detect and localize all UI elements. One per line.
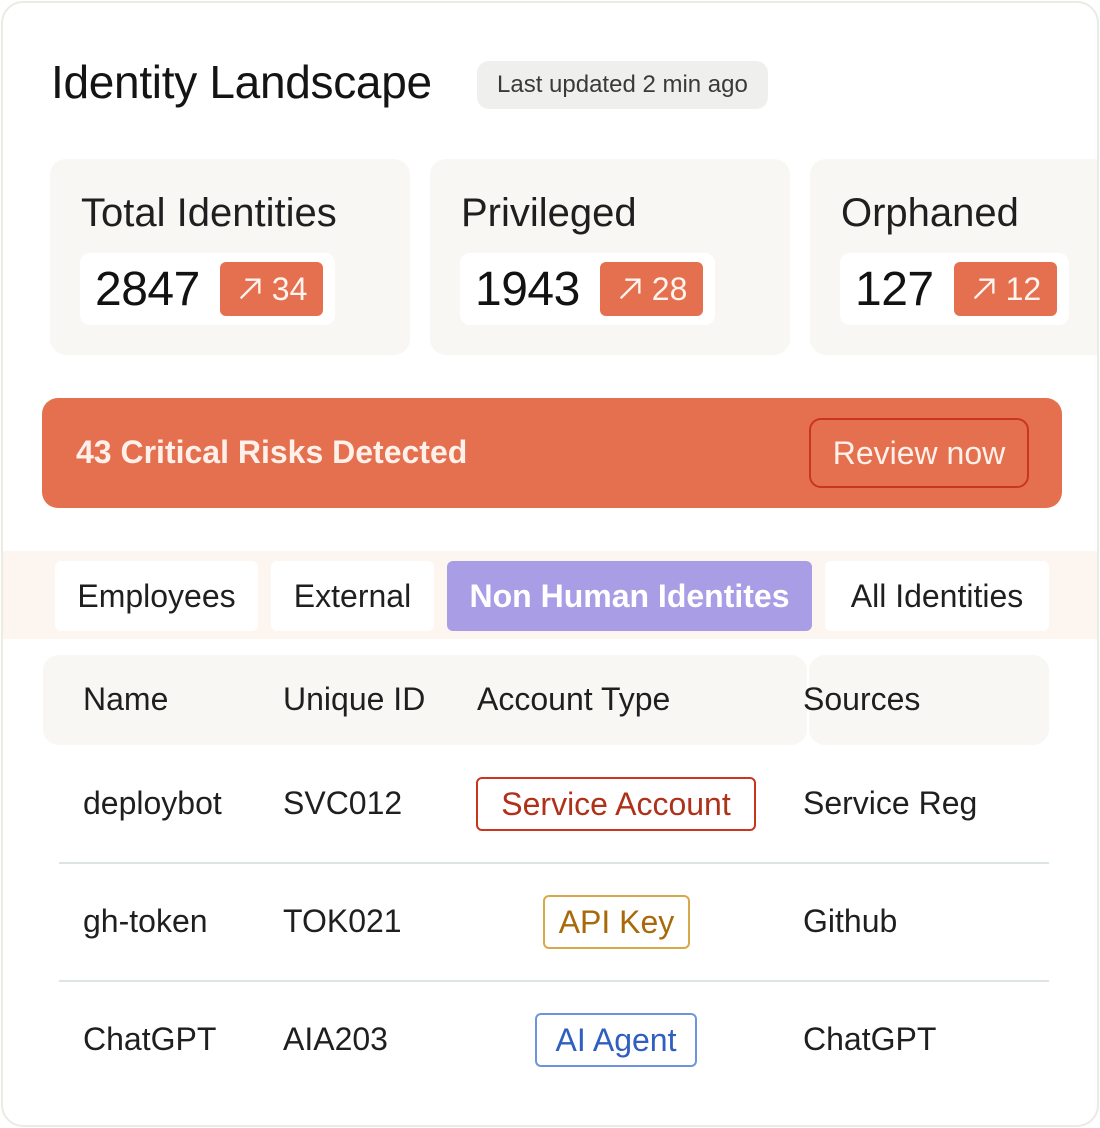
cell-unique-id: TOK021 [283,903,402,939]
account-type-badge: AI Agent [535,1013,697,1067]
delta-value: 28 [651,270,688,307]
critical-risk-banner: 43 Critical Risks Detected Review now [42,398,1062,508]
arrow-up-right-icon [619,278,641,300]
column-header-account-type[interactable]: Account Type [477,681,670,718]
cell-unique-id: AIA203 [283,1021,388,1057]
stat-value-box: 127 12 [840,253,1070,325]
stat-card-total: Total Identities 2847 34 [50,159,410,355]
tab-all-identities[interactable]: All Identities [825,561,1049,631]
row-divider [59,862,1049,864]
stat-label: Orphaned [841,191,1019,235]
arrow-up-right-icon [239,278,261,300]
cell-source: ChatGPT [803,1021,937,1057]
delta-value: 12 [1005,270,1042,307]
cell-source: Service Reg [803,785,978,821]
delta-badge: 12 [953,262,1058,316]
tab-employees[interactable]: Employees [55,561,258,631]
identity-landscape-card: Identity Landscape Last updated 2 min ag… [1,1,1099,1127]
alert-text: 43 Critical Risks Detected [76,434,468,470]
stat-card-orphaned: Orphaned 127 12 [810,159,1097,355]
arrow-up-right-icon [973,278,995,300]
stat-label: Privileged [461,191,637,235]
cell-unique-id: SVC012 [283,785,403,821]
account-type-badge: Service Account [476,777,756,831]
column-header-name[interactable]: Name [83,681,168,718]
page-title: Identity Landscape [51,56,432,108]
tab-non-human-identities[interactable]: Non Human Identites [447,561,812,631]
column-header-sources[interactable]: Sources [803,681,920,718]
delta-value: 34 [271,270,308,307]
cell-name[interactable]: gh-token [83,903,208,940]
last-updated-badge: Last updated 2 min ago [477,61,768,109]
delta-badge: 34 [219,262,324,316]
account-type-badge: API Key [543,895,690,949]
column-header-unique-id[interactable]: Unique ID [283,681,425,718]
review-now-button[interactable]: Review now [809,418,1029,488]
tab-external[interactable]: External [271,561,434,631]
stat-card-privileged: Privileged 1943 28 [430,159,790,355]
stat-label: Total Identities [81,191,337,235]
row-divider [59,980,1049,982]
stat-value: 127 [855,262,934,316]
delta-badge: 28 [599,262,704,316]
stat-value-box: 1943 28 [460,253,716,325]
stat-value: 2847 [95,262,200,316]
cell-name[interactable]: ChatGPT [83,1021,216,1058]
stat-value: 1943 [475,262,580,316]
cell-name[interactable]: deploybot [83,785,222,822]
stat-value-box: 2847 34 [80,253,336,325]
cell-source: Github [803,903,898,939]
